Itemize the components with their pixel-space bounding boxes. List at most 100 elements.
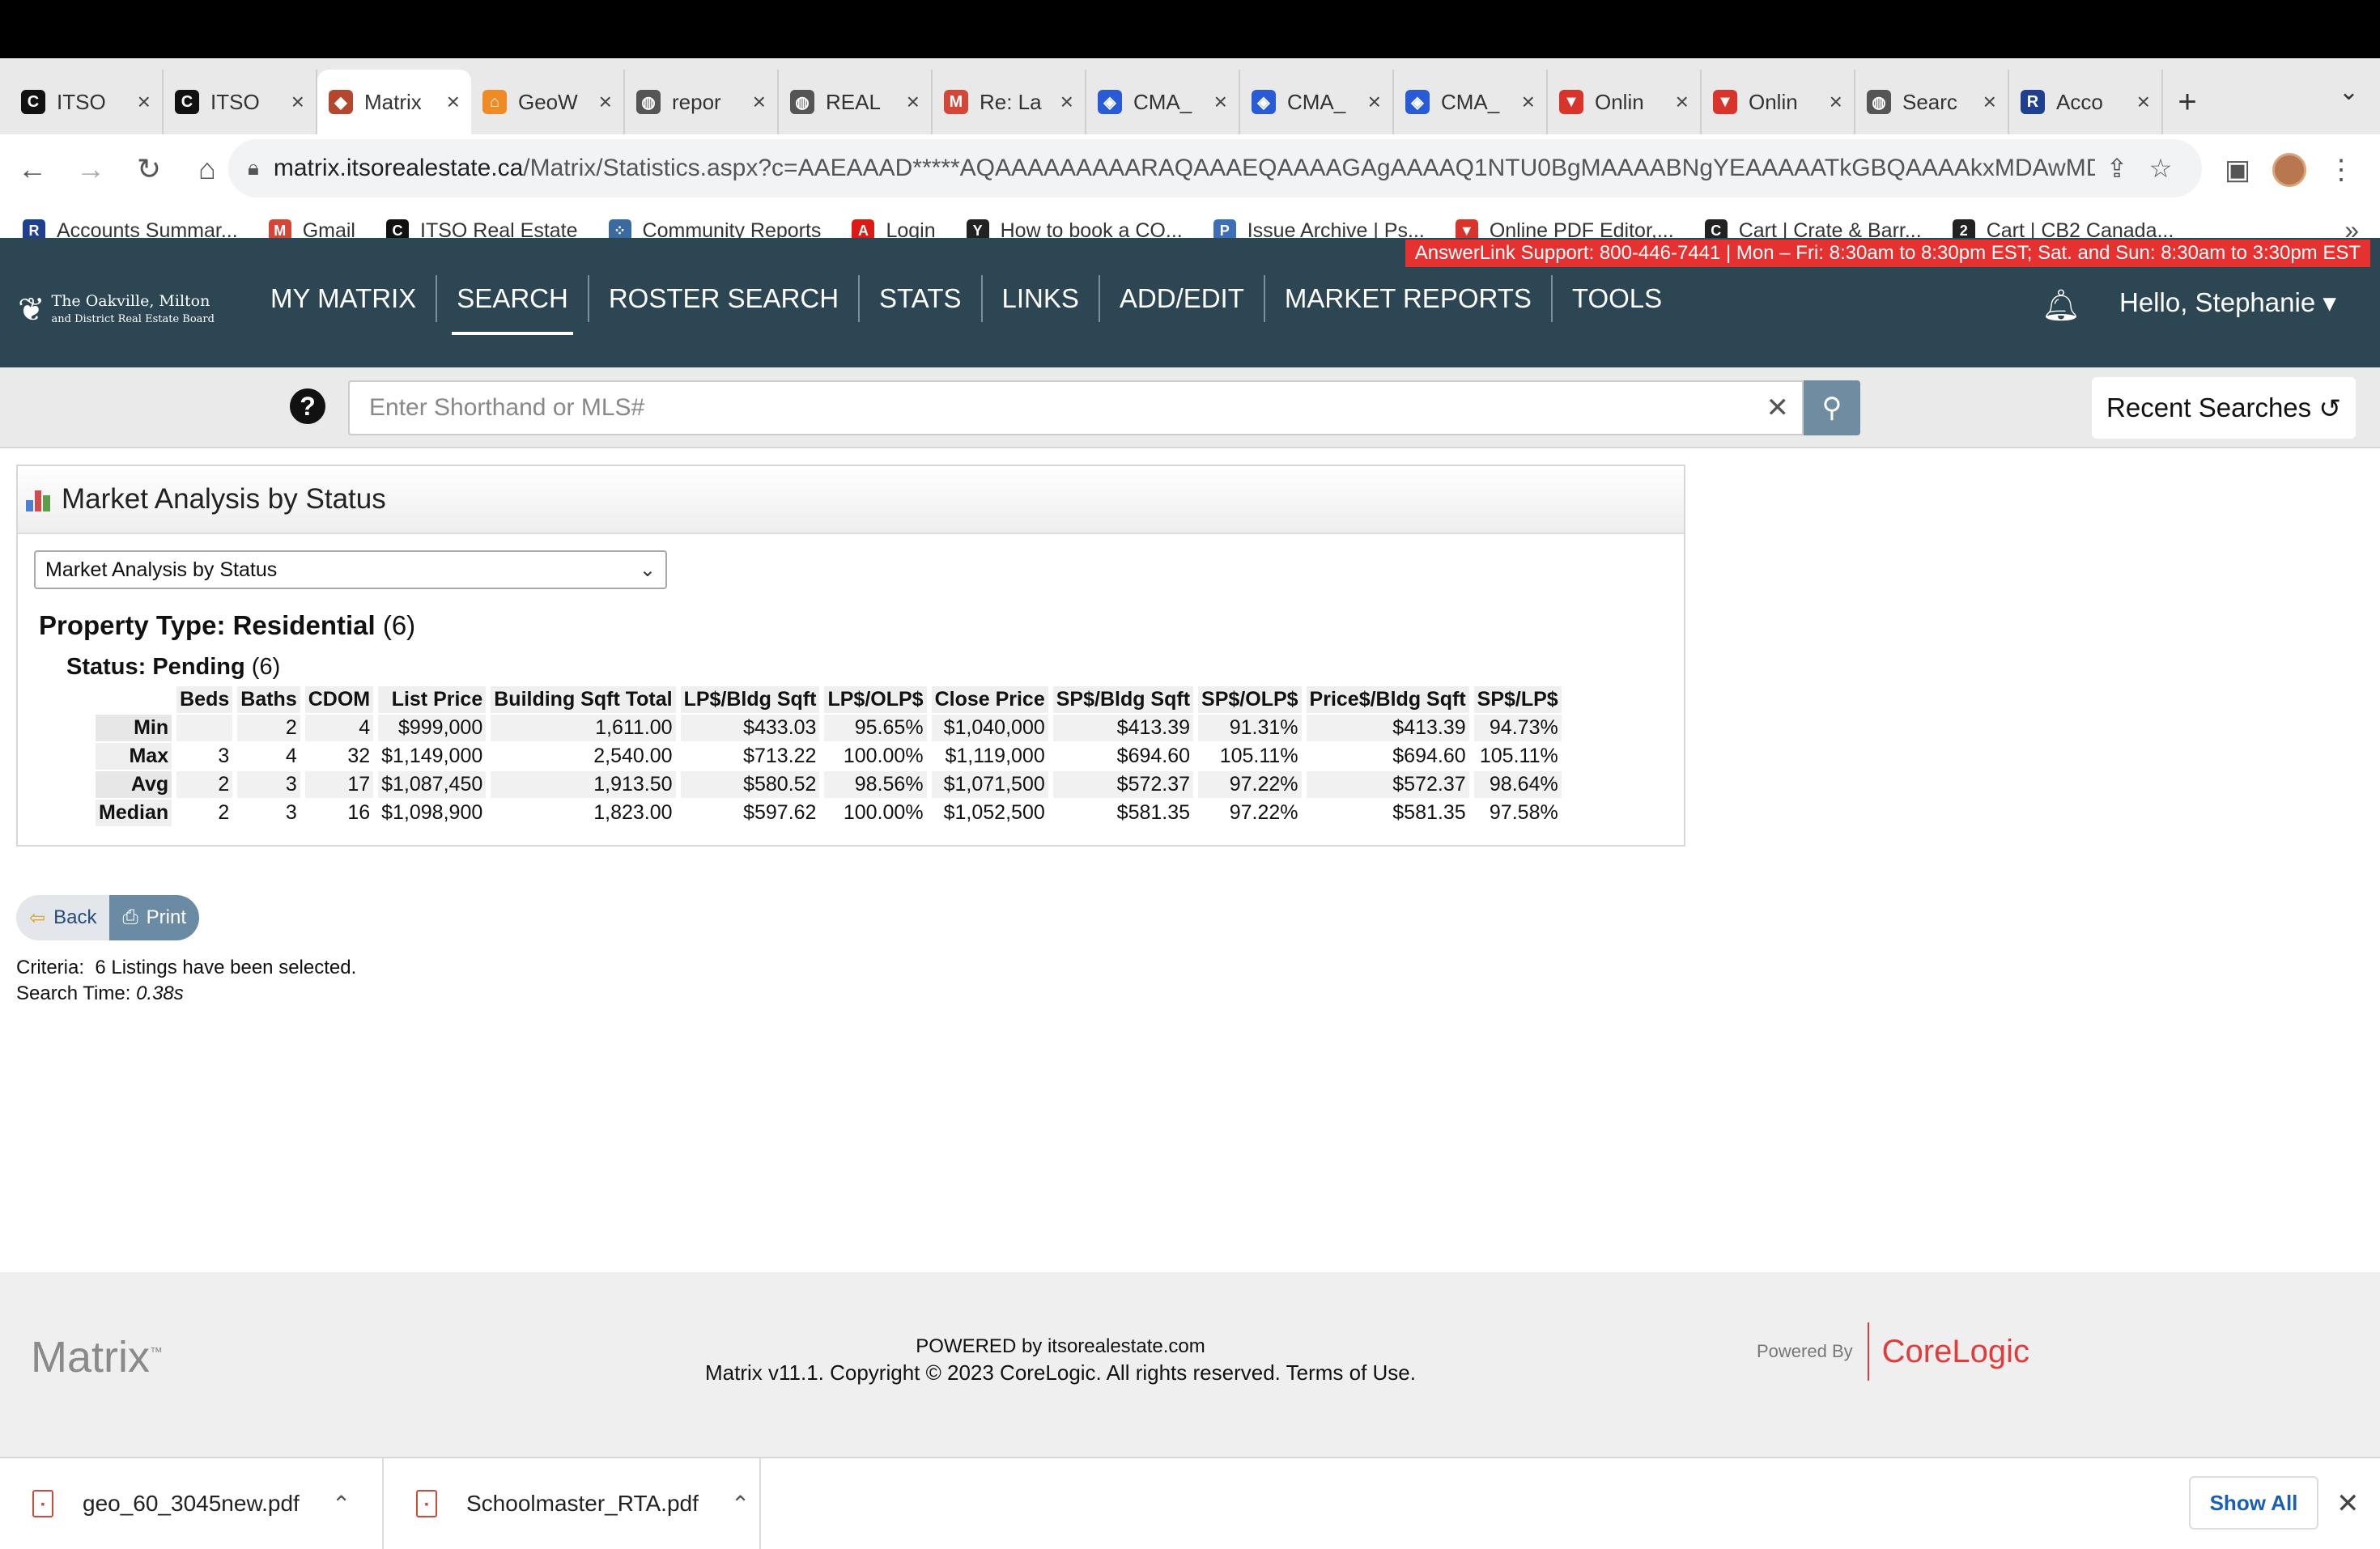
table-cell: 91.31% — [1198, 715, 1302, 741]
profile-avatar[interactable] — [2263, 144, 2315, 196]
close-tab-icon[interactable]: × — [1522, 89, 1535, 115]
table-cell: 97.22% — [1198, 771, 1302, 798]
home-icon[interactable]: ⌂ — [181, 143, 233, 195]
chevron-up-icon[interactable]: ⌃ — [332, 1491, 351, 1517]
column-header: Baths — [237, 686, 300, 713]
nav-add-edit[interactable]: ADD/EDIT — [1100, 275, 1265, 322]
table-cell: $1,071,500 — [931, 771, 1048, 798]
nav-my-matrix[interactable]: MY MATRIX — [251, 275, 438, 322]
nav-tools[interactable]: TOOLS — [1553, 275, 1681, 322]
side-panel-icon[interactable]: ▣ — [2212, 144, 2263, 196]
column-header: Close Price — [931, 686, 1048, 713]
close-tab-icon[interactable]: × — [447, 89, 460, 115]
close-shelf-icon[interactable]: ✕ — [2336, 1487, 2360, 1520]
table-cell: 98.56% — [824, 771, 927, 798]
browser-tab[interactable]: ◍ repor × — [625, 70, 779, 134]
table-row: Max 3 4 32 $1,149,000 2,540.00 $713.22 100.00% $… — [96, 743, 1562, 770]
report-type-select[interactable]: Market Analysis by Status ⌄ — [34, 550, 667, 589]
browser-tab[interactable]: M Re: La × — [933, 70, 1086, 134]
close-tab-icon[interactable]: × — [1060, 89, 1073, 115]
browser-toolbar-right: ▣ ⋮ — [2212, 144, 2367, 196]
search-time: Search Time: 0.38s — [16, 982, 184, 1004]
forward-arrow-icon[interactable]: → — [65, 143, 117, 195]
show-all-downloads-button[interactable]: Show All — [2189, 1476, 2318, 1530]
recent-searches-button[interactable]: Recent Searches ↺ — [2092, 377, 2356, 439]
table-cell: 16 — [347, 801, 371, 824]
browser-tab[interactable]: R Acco × — [2009, 70, 2163, 134]
browser-tab[interactable]: ◍ REAL × — [779, 70, 933, 134]
search-magnifier-button[interactable]: ⚲ — [1804, 380, 1860, 435]
close-tab-icon[interactable]: × — [1983, 89, 1996, 115]
table-corner — [96, 686, 172, 713]
notification-bell-icon[interactable]: 🔔︎ — [2042, 288, 2080, 324]
help-icon[interactable]: ? — [290, 388, 325, 424]
print-button[interactable]: ⎙ Print — [109, 895, 200, 940]
share-icon[interactable]: ⇪ — [2095, 153, 2139, 184]
dropbox-icon: ◈ — [1252, 90, 1276, 114]
column-header: List Price — [378, 686, 487, 713]
browser-tab[interactable]: ◆ Matrix × — [317, 70, 471, 134]
kebab-menu-icon[interactable]: ⋮ — [2315, 144, 2367, 196]
table-cell: 3 — [218, 745, 230, 767]
quick-search-bar: ? Enter Shorthand or MLS# ✕ ⚲ Recent Sea… — [0, 367, 2380, 448]
column-header: LP$/Bldg Sqft — [680, 686, 820, 713]
back-arrow-icon: ⇦ — [29, 906, 46, 929]
table-cell: $1,149,000 — [381, 745, 483, 767]
panel-title: Market Analysis by Status — [62, 483, 386, 515]
globe-icon: ◍ — [636, 90, 661, 114]
nav-stats[interactable]: STATS — [860, 275, 983, 322]
chevron-up-icon[interactable]: ⌃ — [731, 1491, 750, 1517]
browser-tab[interactable]: C ITSO × — [10, 70, 164, 134]
download-item[interactable]: ▪ Schoolmaster_RTA.pdf ⌃ — [384, 1458, 761, 1549]
new-tab-button[interactable]: + — [2163, 70, 2212, 134]
browser-tab[interactable]: C ITSO × — [164, 70, 317, 134]
corelogic-c-icon: C — [21, 90, 45, 114]
back-button[interactable]: ⇦ Back — [16, 895, 110, 940]
nav-search[interactable]: SEARCH — [437, 275, 589, 335]
close-tab-icon[interactable]: × — [1830, 89, 1842, 115]
user-menu[interactable]: Hello, Stephanie ▾ — [2119, 286, 2336, 318]
row-label: Min — [96, 715, 172, 741]
tab-title: Matrix — [364, 89, 422, 114]
nav-roster-search[interactable]: ROSTER SEARCH — [589, 275, 861, 322]
reload-icon[interactable]: ↻ — [123, 143, 175, 195]
table-cell: 100.00% — [843, 801, 924, 824]
browser-tab[interactable]: ◈ CMA_ × — [1240, 70, 1394, 134]
dropbox-icon: ◈ — [1098, 90, 1122, 114]
table-cell: 94.73% — [1473, 715, 1562, 741]
address-bar[interactable]: 🔒︎ matrix.itsorealestate.ca/Matrix/Stati… — [228, 139, 2202, 197]
table-cell: $713.22 — [743, 745, 817, 767]
download-item[interactable]: ▪ geo_60_3045new.pdf ⌃ — [0, 1458, 384, 1549]
shorthand-search-input[interactable]: Enter Shorthand or MLS# ✕ — [348, 380, 1804, 435]
tab-title: ITSO — [210, 89, 260, 114]
close-tab-icon[interactable]: × — [1368, 89, 1381, 115]
nav-links[interactable]: LINKS — [983, 275, 1100, 322]
close-tab-icon[interactable]: × — [291, 89, 304, 115]
table-cell: $1,040,000 — [931, 715, 1048, 741]
browser-tab[interactable]: ◈ CMA_ × — [1394, 70, 1548, 134]
row-label: Max — [96, 743, 172, 770]
close-tab-icon[interactable]: × — [1676, 89, 1689, 115]
close-tab-icon[interactable]: × — [138, 89, 151, 115]
table-cell: 3 — [285, 801, 297, 824]
clear-search-icon[interactable]: ✕ — [1766, 392, 1790, 424]
tab-search-chevron-icon[interactable]: ⌄ — [2339, 78, 2359, 106]
browser-tab[interactable]: ▼ Onlin × — [1702, 70, 1855, 134]
tab-title: Acco — [2056, 89, 2103, 114]
gmail-icon: M — [944, 90, 968, 114]
back-arrow-icon[interactable]: ← — [6, 143, 58, 195]
close-tab-icon[interactable]: × — [2137, 89, 2150, 115]
board-logo[interactable]: ❦ The Oakville, Milton and District Real … — [18, 286, 228, 333]
close-tab-icon[interactable]: × — [753, 89, 766, 115]
nav-market-reports[interactable]: MARKET REPORTS — [1265, 275, 1553, 322]
bookmark-star-icon[interactable]: ☆ — [2139, 153, 2182, 184]
browser-tab[interactable]: ⌂ GeoW × — [471, 70, 625, 134]
close-tab-icon[interactable]: × — [599, 89, 612, 115]
dropbox-icon: ◈ — [1405, 90, 1430, 114]
browser-tab[interactable]: ◍ Searc × — [1855, 70, 2009, 134]
close-tab-icon[interactable]: × — [1214, 89, 1227, 115]
browser-tab[interactable]: ◈ CMA_ × — [1086, 70, 1240, 134]
close-tab-icon[interactable]: × — [907, 89, 920, 115]
column-header: SP$/OLP$ — [1198, 686, 1302, 713]
browser-tab[interactable]: ▼ Onlin × — [1548, 70, 1702, 134]
